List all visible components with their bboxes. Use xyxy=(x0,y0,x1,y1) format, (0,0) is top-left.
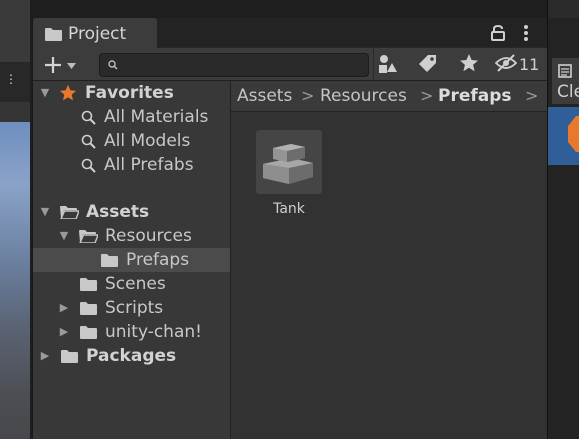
chevron-right-icon: > xyxy=(420,86,434,105)
tree-label: Resources xyxy=(105,226,192,246)
breadcrumb-assets[interactable]: Assets xyxy=(237,81,292,111)
search-by-label-icon[interactable] xyxy=(418,54,438,74)
tree-item-assets[interactable]: ▼ Assets xyxy=(33,200,230,224)
breadcrumb-prefaps[interactable]: Prefaps xyxy=(438,81,512,111)
search-icon xyxy=(81,158,96,173)
folder-icon xyxy=(45,28,62,41)
document-icon xyxy=(558,64,572,78)
tree-item-scenes[interactable]: Scenes xyxy=(33,272,230,296)
folder-tree: ▼ Favorites All Materials All Models All… xyxy=(33,81,231,439)
tree-label: All Prefabs xyxy=(104,155,194,175)
tree-item-packages[interactable]: ▶ Packages xyxy=(33,344,230,368)
search-icon xyxy=(81,134,96,149)
folder-icon xyxy=(101,254,118,267)
expand-arrow-icon[interactable]: ▼ xyxy=(38,81,52,105)
expand-arrow-icon[interactable]: ▶ xyxy=(57,320,71,344)
hidden-packages-toggle[interactable]: 11 xyxy=(495,52,543,76)
tree-item-all-materials[interactable]: All Materials xyxy=(33,105,230,129)
project-window: Project 11 ▼ Favorites All Materials All… xyxy=(32,18,547,439)
asset-browser: Assets > Resources > Prefaps > Tank xyxy=(231,81,547,439)
folder-icon xyxy=(80,302,97,315)
tree-item-all-prefabs[interactable]: All Prefabs xyxy=(33,153,230,177)
tab-project[interactable]: Project xyxy=(33,18,157,48)
search-icon xyxy=(81,110,96,125)
inspector-label: Cle xyxy=(557,82,579,102)
toolbar-divider xyxy=(373,48,374,80)
tree-item-unity-chan[interactable]: ▶ unity-chan! xyxy=(33,320,230,344)
tree-label: Assets xyxy=(86,202,150,222)
scene-view-edge: ⋮ xyxy=(0,0,30,439)
tree-label: All Materials xyxy=(104,107,209,127)
folder-icon xyxy=(80,278,97,291)
tree-item-resources[interactable]: ▼ Resources xyxy=(33,224,230,248)
eye-slash-icon xyxy=(495,54,517,72)
tree-label: Packages xyxy=(86,346,177,366)
asset-tile-tank[interactable] xyxy=(256,130,322,194)
expand-arrow-icon[interactable]: ▶ xyxy=(38,344,52,368)
tree-item-favorites[interactable]: ▼ Favorites xyxy=(33,81,230,105)
folder-open-icon xyxy=(79,230,98,243)
more-options-icon[interactable]: ⋮ xyxy=(5,73,17,85)
folder-icon xyxy=(80,326,97,339)
tree-label: Scenes xyxy=(105,274,166,294)
chevron-down-icon xyxy=(67,63,76,69)
lock-icon[interactable] xyxy=(491,25,505,41)
scene-view-viewport[interactable] xyxy=(0,122,30,439)
chevron-right-icon: > xyxy=(525,86,539,105)
more-menu-icon[interactable] xyxy=(523,24,529,42)
expand-arrow-icon[interactable]: ▶ xyxy=(57,296,71,320)
folder-icon xyxy=(61,350,78,363)
tree-label: Favorites xyxy=(85,83,174,103)
tree-label: Scripts xyxy=(105,298,164,318)
scene-view-toolbar xyxy=(0,102,30,123)
tree-item-scripts[interactable]: ▶ Scripts xyxy=(33,296,230,320)
search-icon xyxy=(108,60,118,70)
prefab-cube-icon xyxy=(263,144,313,184)
folder-open-icon xyxy=(60,206,79,219)
save-search-star-icon[interactable] xyxy=(459,53,479,73)
search-by-type-icon[interactable] xyxy=(378,54,398,74)
tree-label: Prefaps xyxy=(126,250,190,270)
tree-label: All Models xyxy=(104,131,191,151)
breadcrumb-resources[interactable]: Resources xyxy=(320,81,407,111)
inspector-edge: Cle xyxy=(547,0,579,439)
tree-item-all-models[interactable]: All Models xyxy=(33,129,230,153)
star-icon xyxy=(59,84,77,101)
expand-arrow-icon[interactable]: ▼ xyxy=(57,224,71,248)
hidden-packages-count: 11 xyxy=(519,55,540,74)
create-asset-button[interactable] xyxy=(41,51,81,77)
plus-icon xyxy=(45,57,61,73)
scene-view-header xyxy=(0,0,30,62)
tab-label: Project xyxy=(68,24,127,44)
tree-label: unity-chan! xyxy=(105,322,202,342)
search-input[interactable] xyxy=(99,53,369,77)
chevron-right-icon: > xyxy=(301,86,315,105)
expand-arrow-icon[interactable]: ▼ xyxy=(38,200,52,224)
breadcrumb: Assets > Resources > Prefaps > xyxy=(231,81,547,112)
tree-item-prefaps[interactable]: Prefaps xyxy=(33,248,230,272)
project-toolbar: 11 xyxy=(33,48,547,81)
inspector-titlebar xyxy=(548,0,579,18)
asset-label: Tank xyxy=(273,201,305,217)
error-octagon-icon xyxy=(568,116,579,152)
